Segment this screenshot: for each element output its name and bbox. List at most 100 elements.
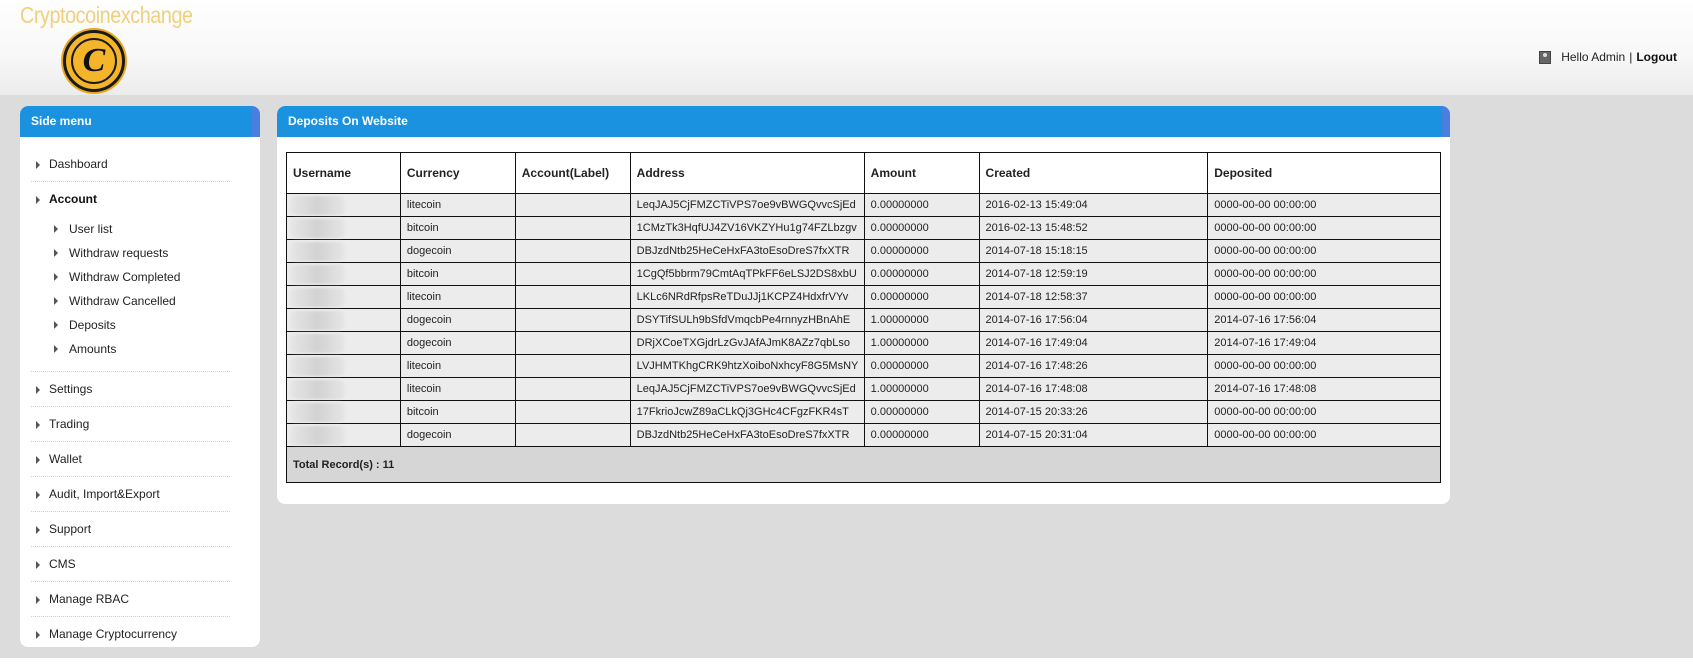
sidebar-item-dashboard[interactable]: Dashboard <box>31 147 230 182</box>
cell-address: DRjXCoeTXGjdrLzGvJAfAJmK8AZz7qbLso <box>629 331 865 355</box>
cell-username-redacted <box>286 193 401 217</box>
sidebar-item-label: Settings <box>49 382 93 396</box>
sidebar-subitem-label: Amounts <box>69 342 117 356</box>
page-title: Deposits On Website <box>277 106 1450 137</box>
sidebar-subitem-deposits[interactable]: Deposits <box>49 313 230 337</box>
cell-deposited: 2014-07-16 17:56:04 <box>1207 308 1441 332</box>
sidebar-group-account: Account User list Withdraw requests With… <box>31 182 230 372</box>
column-header-amount[interactable]: Amount <box>863 152 980 194</box>
cell-currency: litecoin <box>399 354 516 378</box>
column-header-deposited[interactable]: Deposited <box>1207 152 1441 194</box>
table-row: litecoin LVJHMTKhgCRK9htzXoiboNxhcyF8G5Ms… <box>286 354 1441 378</box>
deposits-panel: Deposits On Website Username Currency Ac… <box>277 106 1450 504</box>
cell-account-label <box>514 216 631 240</box>
cell-address: DSYTifSULh9bSfdVmqcbPe4rnnyzHBnAhE <box>629 308 865 332</box>
cell-currency: dogecoin <box>399 239 516 263</box>
logo-letter: C <box>71 38 117 84</box>
cell-username-redacted <box>286 354 401 378</box>
sidebar-item-trading[interactable]: Trading <box>31 407 230 442</box>
cell-account-label <box>514 400 631 424</box>
redacted-username <box>290 241 345 261</box>
sidebar-subitem-withdraw-requests[interactable]: Withdraw requests <box>49 241 230 265</box>
side-menu-title: Side menu <box>20 106 260 137</box>
column-header-address[interactable]: Address <box>629 152 865 194</box>
cell-address: LVJHMTKhgCRK9htzXoiboNxhcyF8G5MsNY <box>629 354 865 378</box>
cell-address: 1CMzTk3HqfUJ4ZV16VKZYHu1g74FZLbzgv <box>629 216 865 240</box>
cell-account-label <box>514 377 631 401</box>
cell-amount: 1.00000000 <box>863 308 980 332</box>
cell-created: 2014-07-16 17:48:08 <box>978 377 1209 401</box>
column-header-currency[interactable]: Currency <box>399 152 516 194</box>
sidebar-subitem-user-list[interactable]: User list <box>49 217 230 241</box>
sidebar-item-account[interactable]: Account <box>49 182 230 217</box>
sidebar-subitem-amounts[interactable]: Amounts <box>49 337 230 361</box>
redacted-username <box>290 287 345 307</box>
cell-currency: bitcoin <box>399 400 516 424</box>
sidebar-subitem-withdraw-cancelled[interactable]: Withdraw Cancelled <box>49 289 230 313</box>
cell-account-label <box>514 354 631 378</box>
side-menu: Dashboard Account User list Withdraw req… <box>20 137 260 647</box>
total-row: Total Record(s) : 11 <box>286 446 1441 483</box>
redacted-username <box>290 333 345 353</box>
column-header-account-label[interactable]: Account(Label) <box>514 152 631 194</box>
cell-created: 2014-07-16 17:56:04 <box>978 308 1209 332</box>
sidebar-item-audit[interactable]: Audit, Import&Export <box>31 477 230 512</box>
caret-right-icon <box>36 161 40 169</box>
top-header: Cryptocoinexchange C Hello Admin | Logou… <box>0 0 1693 95</box>
table-wrapper: Username Currency Account(Label) Address… <box>277 137 1450 483</box>
caret-right-icon <box>36 491 40 499</box>
table-row: dogecoin DSYTifSULh9bSfdVmqcbPe4rnnyzHBnA… <box>286 308 1441 332</box>
column-header-created[interactable]: Created <box>978 152 1209 194</box>
cell-currency: litecoin <box>399 285 516 309</box>
cell-created: 2014-07-18 15:18:15 <box>978 239 1209 263</box>
cell-account-label <box>514 193 631 217</box>
cell-amount: 0.00000000 <box>863 193 980 217</box>
sidebar-item-manage-rbac[interactable]: Manage RBAC <box>31 582 230 617</box>
caret-right-icon <box>36 596 40 604</box>
cell-deposited: 0000-00-00 00:00:00 <box>1207 423 1441 447</box>
sidebar-item-cms[interactable]: CMS <box>31 547 230 582</box>
logo-icon[interactable]: C <box>63 30 125 92</box>
logout-link[interactable]: Logout <box>1636 50 1677 64</box>
cell-created: 2014-07-16 17:49:04 <box>978 331 1209 355</box>
caret-right-icon <box>36 631 40 639</box>
cell-deposited: 0000-00-00 00:00:00 <box>1207 262 1441 286</box>
cell-username-redacted <box>286 285 401 309</box>
user-icon <box>1539 50 1552 64</box>
redacted-username <box>290 356 345 376</box>
sidebar-subitem-label: Withdraw Completed <box>69 270 181 284</box>
sidebar-subitem-withdraw-completed[interactable]: Withdraw Completed <box>49 265 230 289</box>
table-row: litecoin LeqJAJ5CjFMZCTiVPS7oe9vBWGQvvcSj… <box>286 377 1441 401</box>
caret-right-icon <box>54 321 58 329</box>
cell-username-redacted <box>286 216 401 240</box>
caret-right-icon <box>36 421 40 429</box>
sidebar-item-label: Trading <box>49 417 90 431</box>
sidebar-item-wallet[interactable]: Wallet <box>31 442 230 477</box>
caret-right-icon <box>54 273 58 281</box>
cell-created: 2016-02-13 15:49:04 <box>978 193 1209 217</box>
cell-account-label <box>514 262 631 286</box>
cell-deposited: 0000-00-00 00:00:00 <box>1207 285 1441 309</box>
cell-created: 2014-07-18 12:59:19 <box>978 262 1209 286</box>
cell-address: DBJzdNtb25HeCeHxFA3toEsoDreS7fxXTR <box>629 239 865 263</box>
table-row: dogecoin DRjXCoeTXGjdrLzGvJAfAJmK8AZz7qbL… <box>286 331 1441 355</box>
redacted-username <box>290 402 345 422</box>
sidebar-item-label: Support <box>49 522 92 536</box>
column-header-username[interactable]: Username <box>286 152 401 194</box>
cell-account-label <box>514 239 631 263</box>
cell-username-redacted <box>286 262 401 286</box>
separator: | <box>1629 50 1633 64</box>
cell-currency: litecoin <box>399 193 516 217</box>
cell-deposited: 0000-00-00 00:00:00 <box>1207 216 1441 240</box>
cell-currency: bitcoin <box>399 216 516 240</box>
brand-name: Cryptocoinexchange <box>20 2 193 28</box>
sidebar-item-manage-cryptocurrency[interactable]: Manage Cryptocurrency <box>31 617 230 647</box>
cell-deposited: 0000-00-00 00:00:00 <box>1207 400 1441 424</box>
table-header-row: Username Currency Account(Label) Address… <box>286 152 1441 194</box>
table-row: dogecoin DBJzdNtb25HeCeHxFA3toEsoDreS7fxX… <box>286 423 1441 447</box>
cell-amount: 0.00000000 <box>863 262 980 286</box>
cell-address: LKLc6NRdRfpsReTDuJJj1KCPZ4HdxfrVYv <box>629 285 865 309</box>
sidebar-item-support[interactable]: Support <box>31 512 230 547</box>
sidebar-item-settings[interactable]: Settings <box>31 372 230 407</box>
cell-address: LeqJAJ5CjFMZCTiVPS7oe9vBWGQvvcSjEd <box>629 377 865 401</box>
